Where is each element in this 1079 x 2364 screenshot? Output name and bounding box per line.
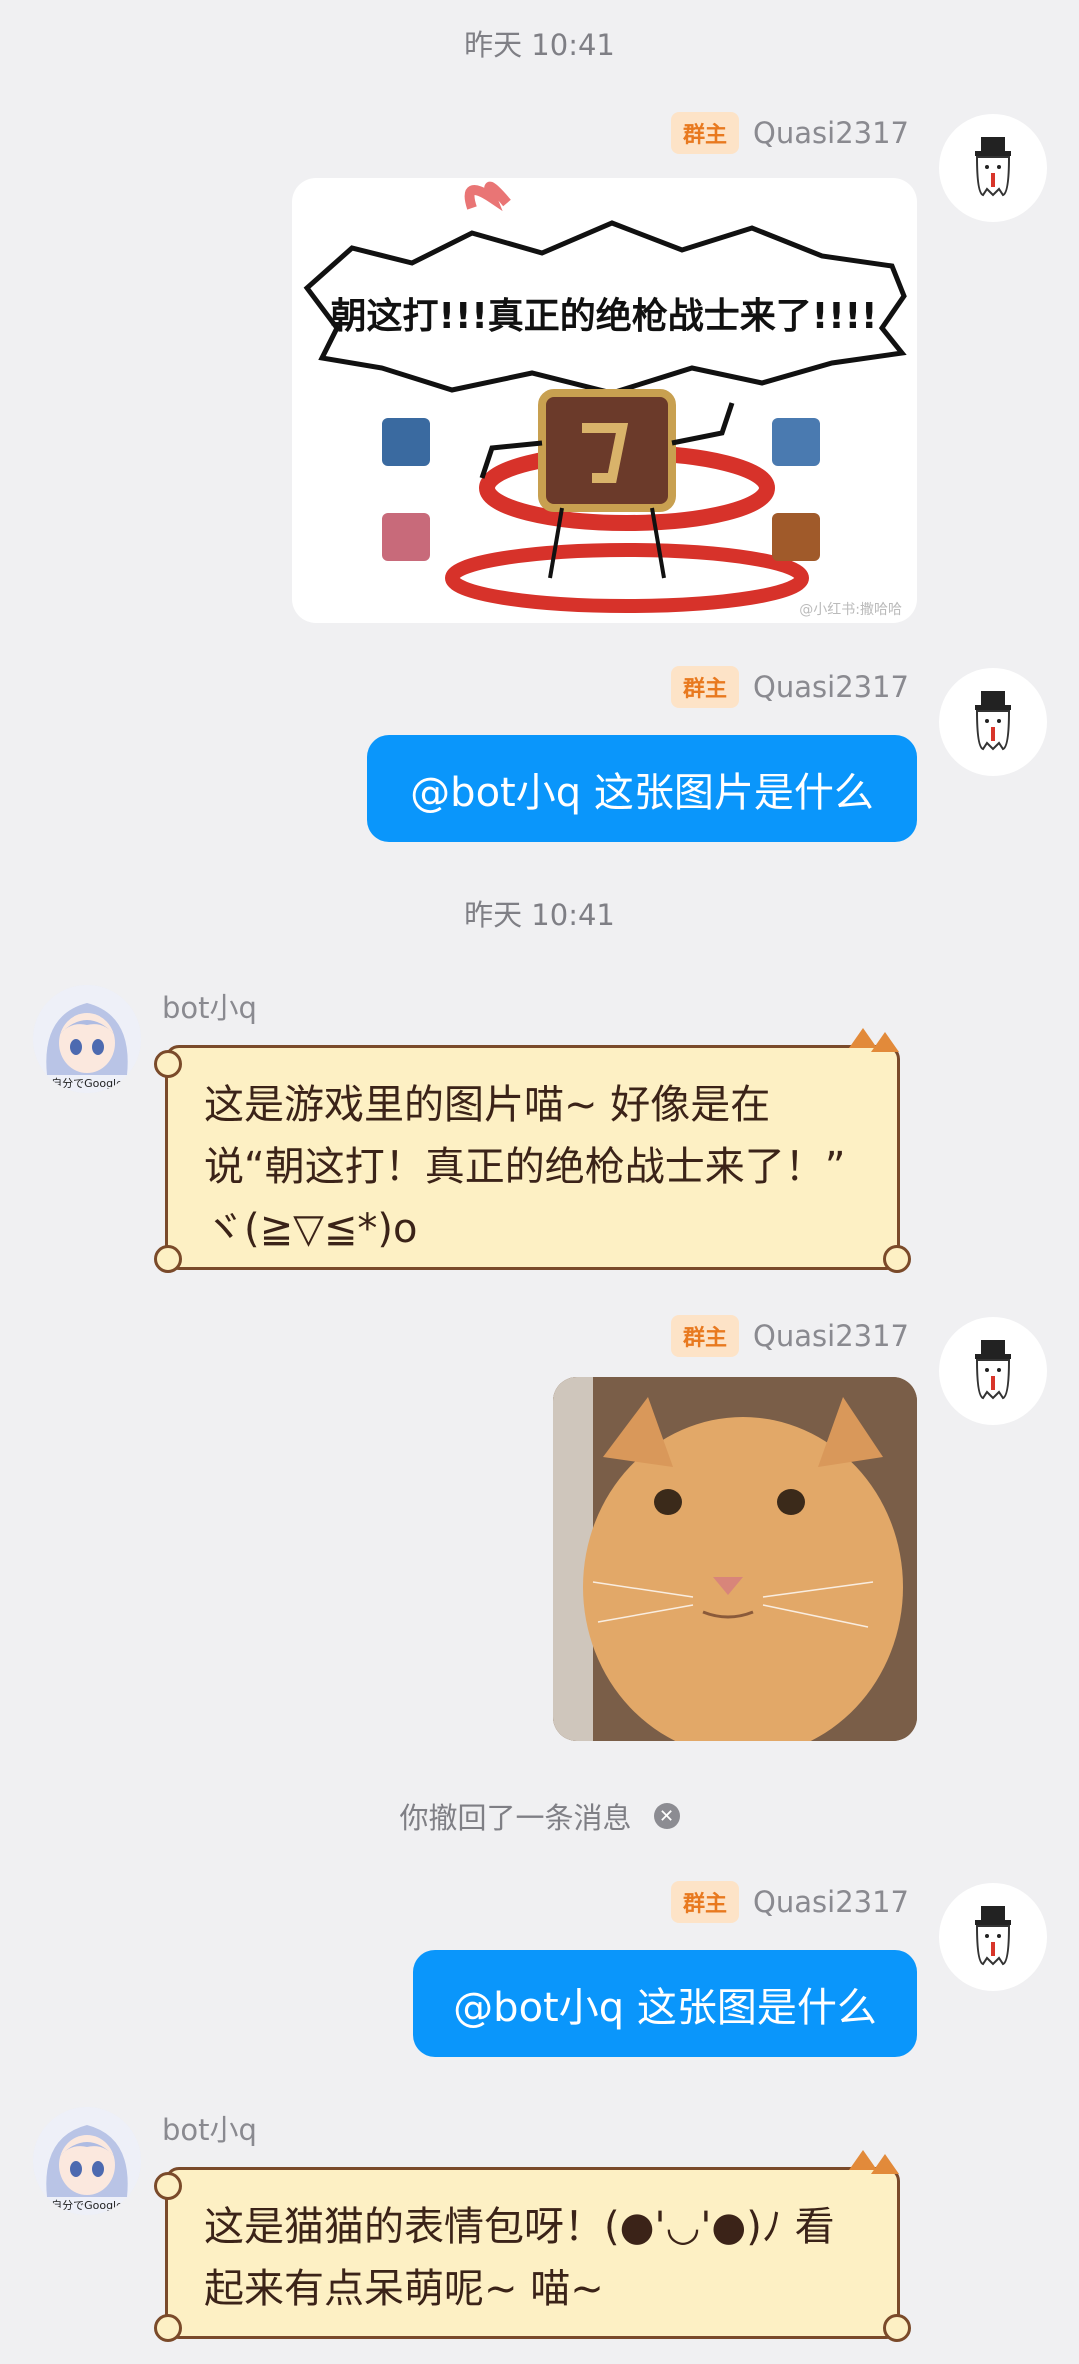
sender-name[interactable]: Quasi2317 bbox=[753, 670, 909, 704]
top-hat-ghost-icon bbox=[975, 691, 1011, 751]
scroll-curl-decoration bbox=[883, 2314, 911, 2342]
cat-ear-decoration bbox=[871, 1032, 899, 1052]
scroll-curl-decoration bbox=[154, 2314, 182, 2342]
top-hat-ghost-icon bbox=[975, 1906, 1011, 1966]
bot-avatar[interactable]: 自分でGoogle bbox=[33, 985, 141, 1093]
timestamp: 昨天 10:41 bbox=[464, 898, 615, 932]
sender-name[interactable]: Quasi2317 bbox=[753, 1319, 909, 1353]
anime-girl-avatar: 自分でGoogle bbox=[33, 2107, 141, 2215]
sender-header: 群主 Quasi2317 bbox=[671, 1881, 909, 1923]
timestamp: 昨天 10:41 bbox=[464, 28, 615, 62]
avatar-caption: 自分でGoogle bbox=[51, 1077, 123, 1090]
meme-image[interactable]: 朝这打!!!真正的绝枪战士来了!!!! @小红书:撒哈哈 bbox=[292, 178, 917, 623]
meme-watermark: @小红书:撒哈哈 bbox=[799, 602, 902, 618]
orange-cat-image bbox=[553, 1377, 917, 1741]
gunbreaker-meme: 朝这打!!!真正的绝枪战士来了!!!! @小红书:撒哈哈 bbox=[303, 181, 907, 618]
message-text: 这是猫猫的表情包呀！(●'◡'●)ﾉ 看起来有点呆萌呢~ 喵~ bbox=[204, 2204, 835, 2312]
top-hat-ghost-icon bbox=[975, 1340, 1011, 1400]
user-avatar[interactable] bbox=[939, 114, 1047, 222]
cat-message-bubble[interactable]: 这是猫猫的表情包呀！(●'◡'●)ﾉ 看起来有点呆萌呢~ 喵~ bbox=[154, 2150, 911, 2342]
scroll-curl-decoration bbox=[883, 1245, 911, 1273]
sender-name[interactable]: Quasi2317 bbox=[753, 1885, 909, 1919]
recall-text: 你撤回了一条消息 bbox=[399, 1801, 632, 1835]
sender-header: 群主 Quasi2317 bbox=[671, 1315, 909, 1357]
owner-badge: 群主 bbox=[671, 112, 740, 154]
meme-caption: 朝这打!!!真正的绝枪战士来了!!!! bbox=[331, 295, 878, 337]
recall-notice: 你撤回了一条消息 ✕ bbox=[0, 1795, 1079, 1837]
message-bubble[interactable]: @bot小q 这张图片是什么 bbox=[367, 735, 917, 842]
sender-header: 群主 Quasi2317 bbox=[671, 666, 909, 708]
scroll-curl-decoration bbox=[154, 2172, 182, 2200]
bot-avatar[interactable]: 自分でGoogle bbox=[33, 2107, 141, 2215]
bot-name[interactable]: bot小q bbox=[162, 985, 257, 1027]
owner-badge: 群主 bbox=[671, 1881, 740, 1923]
top-hat-ghost-icon bbox=[975, 137, 1011, 197]
scroll-curl-decoration bbox=[154, 1245, 182, 1273]
close-icon[interactable]: ✕ bbox=[653, 1803, 680, 1829]
anime-girl-avatar: 自分でGoogle bbox=[33, 985, 141, 1093]
message-text: 这是游戏里的图片喵~ 好像是在说“朝这打！真正的绝枪战士来了！” ヾ(≧▽≦*)… bbox=[204, 1082, 846, 1252]
cat-message-bubble[interactable]: 这是游戏里的图片喵~ 好像是在说“朝这打！真正的绝枪战士来了！” ヾ(≧▽≦*)… bbox=[154, 1028, 911, 1273]
user-avatar[interactable] bbox=[939, 1883, 1047, 1991]
owner-badge: 群主 bbox=[671, 1315, 740, 1357]
sender-name[interactable]: Quasi2317 bbox=[753, 116, 909, 150]
owner-badge: 群主 bbox=[671, 666, 740, 708]
user-avatar[interactable] bbox=[939, 668, 1047, 776]
scroll-curl-decoration bbox=[154, 1050, 182, 1078]
avatar-caption: 自分でGoogle bbox=[51, 2199, 123, 2212]
cat-ear-decoration bbox=[871, 2154, 899, 2174]
cat-photo[interactable] bbox=[553, 1377, 917, 1741]
user-avatar[interactable] bbox=[939, 1317, 1047, 1425]
bot-name[interactable]: bot小q bbox=[162, 2107, 257, 2149]
sender-header: 群主 Quasi2317 bbox=[671, 112, 909, 154]
message-bubble[interactable]: @bot小q 这张图是什么 bbox=[413, 1950, 917, 2057]
